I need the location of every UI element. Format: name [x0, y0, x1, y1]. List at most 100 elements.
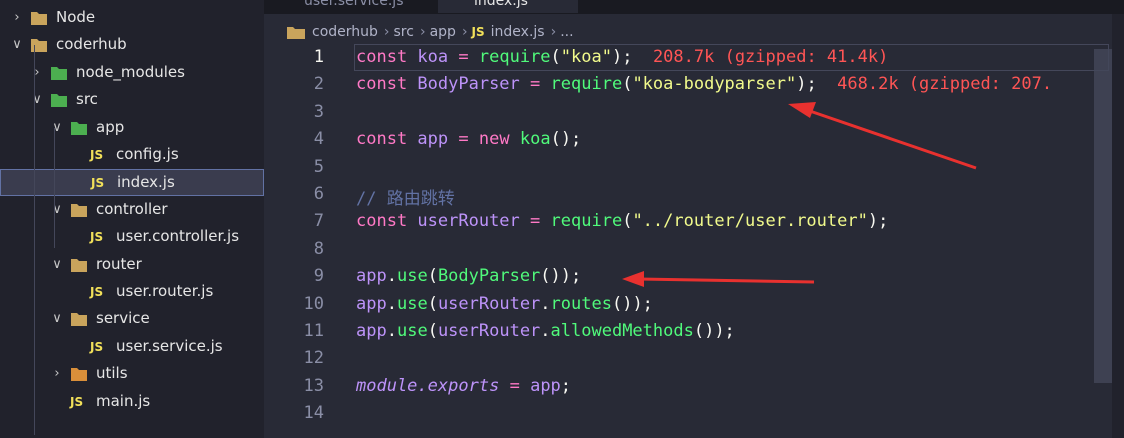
chevron-down-icon[interactable]: ∨ [50, 312, 64, 326]
tree-item[interactable]: JS user.controller.js [0, 224, 264, 251]
code-token: userRouter [437, 293, 541, 314]
breadcrumb-src[interactable]: src [394, 24, 414, 40]
folder-icon [51, 66, 67, 80]
tree-item[interactable]: ∨ service [0, 306, 264, 333]
js-file-icon: JS [90, 230, 104, 245]
chevron-down-icon[interactable]: ∨ [30, 93, 44, 107]
js-file-icon: JS [91, 176, 105, 191]
tree-item[interactable]: ∨ coderhub [0, 32, 264, 59]
vertical-scrollbar[interactable] [1094, 49, 1112, 383]
breadcrumb-separator: › [550, 24, 557, 40]
tree-item[interactable]: ∨ src [0, 87, 264, 114]
code-token: require [550, 74, 623, 95]
tree-item-label: node_modules [76, 62, 185, 81]
chevron-down-icon[interactable]: ∨ [50, 120, 64, 135]
chevron-right-icon[interactable]: › [10, 11, 24, 25]
tree-item[interactable]: JS main.js [0, 389, 264, 416]
code-line[interactable]: const koa = require("koa"); 208.7k (gzip… [356, 47, 888, 67]
line-number: 10 [303, 293, 324, 314]
code-token: userRouter [437, 321, 541, 341]
breadcrumb-app[interactable]: app [430, 24, 456, 40]
tree-item-label: main.js [96, 391, 151, 410]
breadcrumb-separator: › [461, 24, 468, 40]
tree-item-label: user.router.js [116, 282, 214, 300]
code-token: ; [560, 375, 572, 396]
js-file-icon: JS [90, 285, 104, 299]
code-token: ( [622, 211, 633, 232]
code-token: . [540, 293, 551, 314]
tab-user-service[interactable]: user.service.js [304, 0, 403, 13]
line-number: 13 [303, 375, 324, 396]
indent-guide [34, 45, 35, 435]
tree-item[interactable]: › Node [0, 5, 264, 32]
js-file-icon: JS [90, 339, 104, 354]
code-token: ()); [540, 266, 582, 287]
line-number: 6 [313, 184, 324, 204]
tree-item[interactable]: › node_modules [0, 60, 264, 87]
tree-item-label: controller [96, 199, 168, 218]
tab-index-js[interactable]: index.js [438, 0, 578, 13]
tree-item[interactable]: ∨ controller [0, 197, 264, 224]
code-line[interactable]: const app = new koa(); [356, 129, 581, 149]
code-line[interactable]: const userRouter = require("../router/us… [356, 211, 888, 231]
code-token: const [356, 74, 418, 95]
code-token: "koa-bodyparser" [632, 74, 797, 95]
tree-item-label: app [96, 117, 125, 136]
tree-item-label: coderhub [56, 35, 127, 54]
annotation-arrow-1 [788, 102, 977, 170]
tree-item[interactable]: › utils [0, 361, 264, 388]
tree-item[interactable]: JS user.service.js [0, 334, 264, 361]
code-line[interactable]: module.exports = app; [356, 376, 571, 396]
chevron-right-icon[interactable]: › [30, 65, 44, 80]
code-token: allowedMethods [550, 321, 694, 341]
code-token: new [478, 129, 510, 150]
code-token: app [356, 266, 387, 287]
tree-item-label: router [96, 254, 142, 273]
code-token: ); [867, 211, 889, 232]
code-token: ( [622, 74, 633, 95]
code-token: ()); [693, 321, 735, 341]
code-token: = [458, 47, 469, 67]
tree-item[interactable]: JS config.js [0, 142, 264, 169]
tree-item[interactable]: ∨ app [0, 115, 264, 142]
line-number: 9 [313, 266, 324, 287]
code-token: "../router/user.router" [632, 211, 868, 232]
code-token: use [396, 266, 428, 287]
code-line[interactable]: app.use(userRouter.routes()); [356, 294, 653, 314]
line-number: 14 [303, 403, 324, 424]
code-token: . [386, 293, 397, 314]
chevron-down-icon[interactable]: ∨ [50, 202, 64, 217]
code-token: app [417, 129, 449, 150]
code-line[interactable]: // 路由跳转 [356, 184, 455, 209]
folder-icon [31, 39, 47, 53]
code-token: routes [550, 293, 612, 314]
chevron-down-icon[interactable]: ∨ [50, 257, 64, 272]
code-line[interactable]: const BodyParser = require("koa-bodypars… [356, 74, 1052, 94]
folder-icon [51, 94, 67, 108]
code-token: module [356, 375, 418, 396]
code-token: ); [796, 74, 817, 95]
breadcrumb-more[interactable]: ... [560, 24, 573, 40]
chevron-right-icon[interactable]: › [50, 367, 64, 381]
code-line[interactable]: app.use(BodyParser()); [356, 266, 581, 286]
folder-icon [71, 258, 87, 272]
code-token: use [396, 321, 428, 341]
tree-item[interactable]: JS user.router.js [0, 279, 264, 306]
code-token: require [478, 47, 551, 67]
breadcrumb-coderhub[interactable]: coderhub [312, 24, 378, 40]
tree-item[interactable]: JS index.js [0, 169, 264, 197]
code-token: . [540, 321, 551, 341]
code-editor[interactable]: coderhub › src › app › JS index.js › ... 1 co… [264, 14, 1124, 438]
code-token: . [386, 321, 397, 341]
tree-item[interactable]: ∨ router [0, 252, 264, 279]
code-line[interactable]: app.use(userRouter.allowedMethods()); [356, 321, 735, 341]
breadcrumb-file[interactable]: index.js [491, 24, 545, 40]
code-token: use [396, 293, 428, 314]
chevron-down-icon[interactable]: ∨ [10, 38, 24, 52]
